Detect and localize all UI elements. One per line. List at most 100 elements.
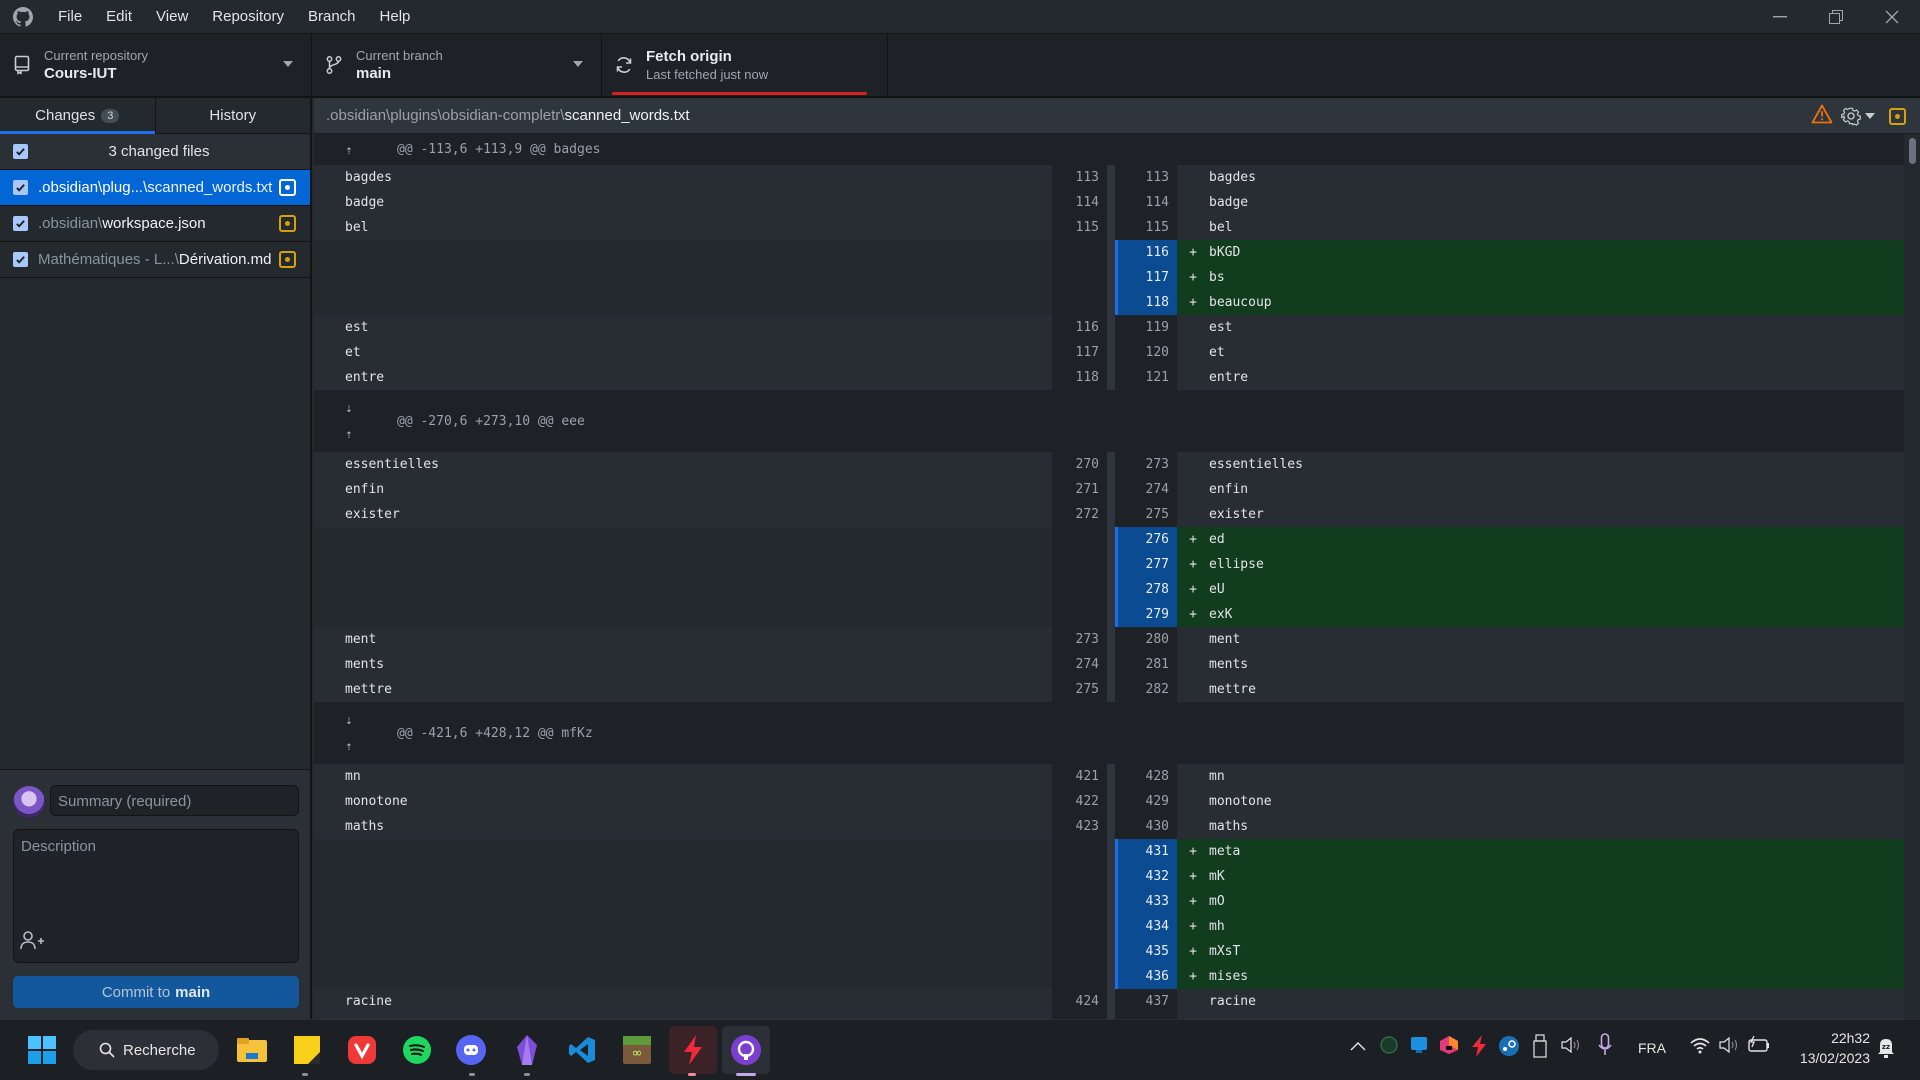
tab-history[interactable]: History	[154, 98, 311, 133]
tab-changes[interactable]: Changes 3	[0, 98, 155, 134]
new-line-number[interactable]: 117	[1115, 265, 1177, 290]
new-line-number[interactable]: 435	[1115, 939, 1177, 964]
select-all-checkbox[interactable]	[13, 144, 28, 159]
scrollbar[interactable]	[1909, 138, 1916, 164]
menu-repository[interactable]: Repository	[200, 0, 296, 34]
notifications-icon[interactable]: zz	[1876, 1036, 1896, 1061]
taskbar-search[interactable]: Recherche	[73, 1030, 219, 1070]
warning-icon[interactable]	[1811, 104, 1833, 128]
new-line-number[interactable]: 116	[1115, 240, 1177, 265]
new-line-number[interactable]: 277	[1115, 552, 1177, 577]
menu-help[interactable]: Help	[368, 0, 423, 34]
diff-line-added[interactable]: 436 + mises	[314, 964, 1904, 989]
menu-branch[interactable]: Branch	[296, 0, 368, 34]
new-line-number[interactable]: 280	[1115, 627, 1177, 652]
current-branch-dropdown[interactable]: Current branch main	[312, 34, 602, 96]
diff-line-context[interactable]: mettre 275 282 mettre	[314, 677, 1904, 702]
spotify-icon[interactable]	[401, 1034, 433, 1066]
menu-view[interactable]: View	[144, 0, 200, 34]
new-line-number[interactable]: 281	[1115, 652, 1177, 677]
diff-line-added[interactable]: 278 + eU	[314, 577, 1904, 602]
language-indicator[interactable]: FRA	[1638, 1040, 1666, 1056]
new-line-number[interactable]: 274	[1115, 477, 1177, 502]
steam-icon[interactable]	[1499, 1036, 1519, 1059]
restore-button[interactable]	[1808, 0, 1864, 34]
expand-hunk-button[interactable]: ⇣ ⇡	[314, 713, 384, 753]
file-checkbox[interactable]	[13, 252, 28, 267]
new-line-number[interactable]: 114	[1115, 190, 1177, 215]
new-line-number[interactable]: 433	[1115, 889, 1177, 914]
speaker-icon[interactable]	[1560, 1035, 1582, 1058]
diff-line-context[interactable]: monotone 422 429 monotone	[314, 789, 1904, 814]
new-line-number[interactable]: 275	[1115, 502, 1177, 527]
new-line-number[interactable]: 121	[1115, 365, 1177, 390]
obsidian-icon[interactable]	[511, 1034, 543, 1066]
diff-line-context[interactable]: ments 274 281 ments	[314, 652, 1904, 677]
new-line-number[interactable]: 119	[1115, 315, 1177, 340]
diff-settings-button[interactable]	[1841, 106, 1875, 126]
diff-line-added[interactable]: 431 + meta	[314, 839, 1904, 864]
new-line-number[interactable]: 437	[1115, 989, 1177, 1014]
diff-line-added[interactable]: 433 + mO	[314, 889, 1904, 914]
fetch-origin-button[interactable]: Fetch origin Last fetched just now	[602, 34, 888, 96]
file-checkbox[interactable]	[13, 216, 28, 231]
app-red-bolt-icon[interactable]	[669, 1026, 717, 1074]
new-line-number[interactable]: 282	[1115, 677, 1177, 702]
new-line-number[interactable]: 113	[1115, 165, 1177, 190]
new-line-number[interactable]: 276	[1115, 527, 1177, 552]
diff-line-added[interactable]: 118 + beaucoup	[314, 290, 1904, 315]
minecraft-launcher-icon[interactable]: ∞	[621, 1034, 653, 1066]
diff-line-context[interactable]: bel 115 115 bel	[314, 215, 1904, 240]
changed-file-item[interactable]: .obsidian\plug...\scanned_words.txt	[0, 170, 310, 206]
diff-line-added[interactable]: 276 + ed	[314, 527, 1904, 552]
diff-line-context[interactable]: enfin 271 274 enfin	[314, 477, 1904, 502]
diff-line-added[interactable]: 434 + mh	[314, 914, 1904, 939]
commit-button[interactable]: Commit to main	[13, 976, 299, 1008]
tray-green-circle-icon[interactable]	[1380, 1036, 1398, 1057]
new-line-number[interactable]: 278	[1115, 577, 1177, 602]
add-coauthor-button[interactable]	[20, 930, 46, 954]
diff-line-added[interactable]: 432 + mK	[314, 864, 1904, 889]
diff-line-added[interactable]: 116 + bKGD	[314, 240, 1904, 265]
vivaldi-icon[interactable]	[346, 1034, 378, 1066]
new-line-number[interactable]: 273	[1115, 452, 1177, 477]
diff-line-context[interactable]: exister 272 275 exister	[314, 502, 1904, 527]
tray-jetbrains-icon[interactable]	[1440, 1036, 1458, 1057]
diff-line-context[interactable]: essentielles 270 273 essentielles	[314, 452, 1904, 477]
windows-start-button[interactable]	[26, 1034, 58, 1066]
clock[interactable]: 22h32 13/02/2023	[1800, 1028, 1870, 1068]
discord-icon[interactable]	[455, 1034, 487, 1066]
new-line-number[interactable]: 279	[1115, 602, 1177, 627]
diff-line-context[interactable]: entre 118 121 entre	[314, 365, 1904, 390]
new-line-number[interactable]: 434	[1115, 914, 1177, 939]
menu-file[interactable]: File	[46, 0, 94, 34]
diff-line-context[interactable]: mn 421 428 mn	[314, 764, 1904, 789]
new-line-number[interactable]: 115	[1115, 215, 1177, 240]
diff-line-added[interactable]: 435 + mXsT	[314, 939, 1904, 964]
diff-line-context[interactable]: et 117 120 et	[314, 340, 1904, 365]
microphone-icon[interactable]	[1598, 1033, 1612, 1060]
current-repository-dropdown[interactable]: Current repository Cours-IUT	[0, 34, 312, 96]
diff-line-context[interactable]: ment 273 280 ment	[314, 627, 1904, 652]
wifi-icon[interactable]	[1690, 1036, 1710, 1057]
expand-hunk-button[interactable]: ⇡	[314, 143, 384, 157]
tray-red-bolt-icon[interactable]	[1471, 1035, 1487, 1060]
diff-line-added[interactable]: 117 + bs	[314, 265, 1904, 290]
changed-file-item[interactable]: Mathématiques - L...\Dérivation.md	[0, 242, 310, 278]
vscode-icon[interactable]	[566, 1034, 598, 1066]
close-button[interactable]	[1864, 0, 1920, 34]
minimize-button[interactable]	[1752, 0, 1808, 34]
diff-line-context[interactable]: badge 114 114 badge	[314, 190, 1904, 215]
new-line-number[interactable]: 436	[1115, 964, 1177, 989]
changed-file-item[interactable]: .obsidian\workspace.json	[0, 206, 310, 242]
diff-line-context[interactable]: racine 424 437 racine	[314, 989, 1904, 1014]
battery-icon[interactable]	[1747, 1035, 1771, 1058]
file-checkbox[interactable]	[13, 180, 28, 195]
diff-line-context[interactable]: est 116 119 est	[314, 315, 1904, 340]
new-line-number[interactable]: 432	[1115, 864, 1177, 889]
summary-input[interactable]: Summary (required)	[50, 785, 299, 816]
tray-blue-app-icon[interactable]	[1410, 1036, 1428, 1057]
new-line-number[interactable]: 118	[1115, 290, 1177, 315]
diff-line-added[interactable]: 277 + ellipse	[314, 552, 1904, 577]
diff-line-added[interactable]: 279 + exK	[314, 602, 1904, 627]
